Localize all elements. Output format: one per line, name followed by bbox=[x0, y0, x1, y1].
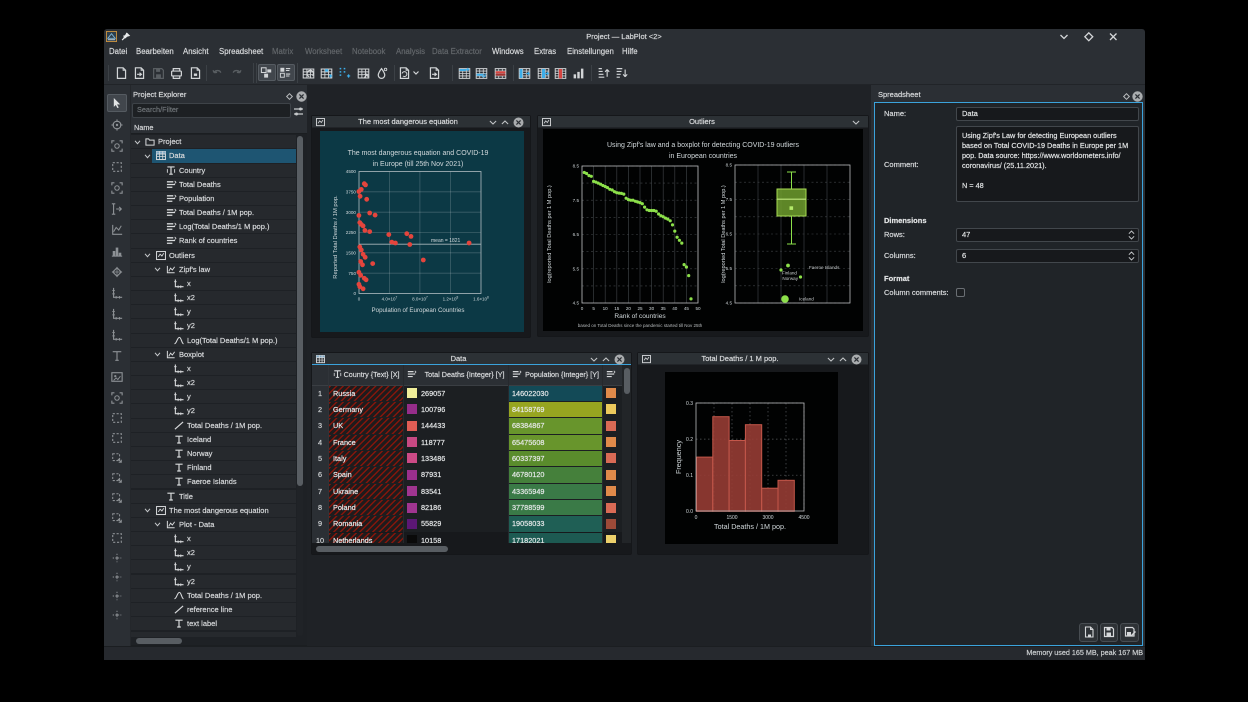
svg-text:8.5: 8.5 bbox=[573, 164, 580, 169]
svg-text:8.5: 8.5 bbox=[726, 163, 733, 168]
svg-text:0.1: 0.1 bbox=[686, 473, 693, 479]
svg-text:25: 25 bbox=[637, 306, 643, 311]
svg-text:0.3: 0.3 bbox=[686, 401, 693, 407]
svg-text:in Europe (till 25th Nov 2021): in Europe (till 25th Nov 2021) bbox=[373, 161, 464, 168]
svg-text:3000: 3000 bbox=[762, 515, 773, 521]
svg-text:1500: 1500 bbox=[346, 251, 357, 256]
svg-text:4.5: 4.5 bbox=[726, 301, 733, 306]
svg-text:Finland: Finland bbox=[782, 271, 798, 276]
svg-text:20: 20 bbox=[626, 306, 632, 311]
svg-text:15: 15 bbox=[614, 306, 620, 311]
svg-text:Frequency: Frequency bbox=[674, 440, 683, 474]
svg-text:Using Zipf's law and a boxplot: Using Zipf's law and a boxplot for detec… bbox=[607, 142, 799, 149]
svg-text:mean = 1821: mean = 1821 bbox=[431, 238, 461, 244]
svg-text:30: 30 bbox=[649, 306, 655, 311]
svg-text:1500: 1500 bbox=[726, 515, 737, 521]
svg-text:2250: 2250 bbox=[346, 230, 357, 235]
svg-text:3750: 3750 bbox=[346, 190, 357, 195]
svg-text:Population of European Countri: Population of European Countries bbox=[372, 307, 465, 314]
svg-text:1.2×108: 1.2×108 bbox=[443, 296, 459, 302]
svg-text:Iceland: Iceland bbox=[799, 297, 814, 302]
svg-text:0: 0 bbox=[695, 515, 698, 521]
svg-text:Total Deaths / 1M pop.: Total Deaths / 1M pop. bbox=[714, 522, 786, 531]
svg-text:Rank of countries: Rank of countries bbox=[614, 313, 666, 320]
svg-text:7.5: 7.5 bbox=[573, 198, 580, 203]
svg-text:0.2: 0.2 bbox=[686, 437, 693, 443]
svg-text:log(reported Total Deaths per: log(reported Total Deaths per 1 M pop.) bbox=[547, 185, 553, 283]
svg-text:0.0: 0.0 bbox=[686, 509, 693, 515]
svg-text:in European countries: in European countries bbox=[669, 153, 738, 160]
svg-text:1.6×108: 1.6×108 bbox=[473, 296, 489, 302]
svg-text:5: 5 bbox=[592, 306, 595, 311]
svg-text:4.5: 4.5 bbox=[573, 301, 580, 306]
svg-text:4500: 4500 bbox=[346, 169, 357, 174]
svg-text:45: 45 bbox=[684, 306, 690, 311]
svg-text:750: 750 bbox=[348, 271, 356, 276]
svg-text:0: 0 bbox=[353, 291, 356, 296]
svg-text:3000: 3000 bbox=[346, 210, 357, 215]
svg-text:Norway: Norway bbox=[782, 276, 798, 281]
svg-text:0: 0 bbox=[581, 306, 584, 311]
svg-text:8.0×107: 8.0×107 bbox=[412, 296, 428, 302]
svg-text:35: 35 bbox=[661, 306, 667, 311]
svg-text:10: 10 bbox=[603, 306, 609, 311]
svg-text:The most dangerous equation an: The most dangerous equation and COVID-19 bbox=[348, 150, 489, 157]
svg-text:based on Total Deaths since th: based on Total Deaths since the pandemic… bbox=[578, 323, 703, 328]
svg-text:4500: 4500 bbox=[798, 515, 809, 521]
svg-text:4.0×107: 4.0×107 bbox=[382, 296, 398, 302]
svg-text:log(reported Total Deaths per: log(reported Total Deaths per 1 M pop.) bbox=[721, 185, 727, 283]
svg-text:6.5: 6.5 bbox=[573, 232, 580, 237]
svg-text:Reported Total Deaths / 1M pop: Reported Total Deaths / 1M pop. bbox=[333, 195, 339, 279]
svg-text:40: 40 bbox=[672, 306, 678, 311]
svg-text:50: 50 bbox=[695, 306, 701, 311]
svg-text:Faeroe Islands: Faeroe Islands bbox=[809, 265, 840, 270]
svg-text:5.5: 5.5 bbox=[573, 266, 580, 271]
